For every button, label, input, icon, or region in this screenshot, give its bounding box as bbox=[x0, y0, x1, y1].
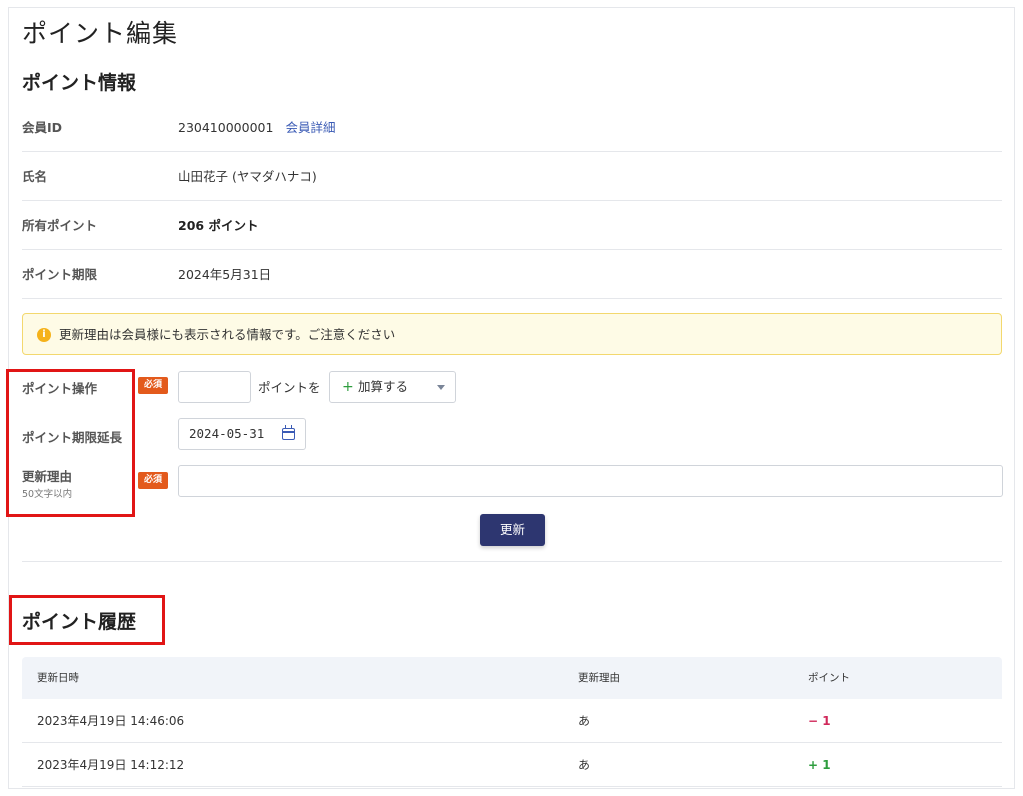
update-button[interactable]: 更新 bbox=[480, 514, 545, 546]
operation-select[interactable]: + 加算する bbox=[329, 371, 456, 403]
row-datetime: 2023年4月19日 14:12:12 bbox=[37, 758, 185, 772]
info-row-member-id: 会員ID 230410000001 会員詳細 bbox=[22, 103, 1002, 152]
row-reason: あ bbox=[578, 714, 591, 728]
info-row-name: 氏名 山田花子 (ヤマダハナコ) bbox=[22, 152, 1002, 201]
page-title: ポイント編集 bbox=[22, 19, 179, 48]
column-header-datetime: 更新日時 bbox=[37, 672, 79, 684]
plus-icon: + bbox=[342, 379, 354, 395]
name-value: 山田花子 (ヤマダハナコ) bbox=[178, 169, 317, 184]
expiry-label: ポイント期限 bbox=[22, 267, 98, 282]
row-datetime: 2023年4月19日 14:46:06 bbox=[37, 714, 185, 728]
member-id-value: 230410000001 会員詳細 bbox=[178, 103, 335, 152]
name-label: 氏名 bbox=[22, 169, 48, 184]
info-row-expiry: ポイント期限 2024年5月31日 bbox=[22, 250, 1002, 299]
member-detail-link[interactable]: 会員詳細 bbox=[285, 120, 335, 135]
reason-input[interactable] bbox=[178, 465, 1003, 497]
points-input[interactable] bbox=[178, 371, 251, 403]
member-id: 230410000001 bbox=[178, 120, 274, 135]
table-row: 2023年4月19日 14:46:06 あ − 1 bbox=[22, 699, 1002, 743]
required-badge: 必須 bbox=[138, 377, 168, 394]
section-title-info: ポイント情報 bbox=[22, 72, 137, 94]
row-points: + 1 bbox=[808, 758, 831, 772]
divider bbox=[22, 561, 1002, 562]
info-row-points: 所有ポイント 206 ポイント bbox=[22, 201, 1002, 250]
extend-date-picker[interactable]: 2024-05-31 bbox=[178, 418, 306, 450]
expiry-value: 2024年5月31日 bbox=[178, 267, 272, 282]
chevron-down-icon bbox=[437, 385, 445, 390]
row-reason: あ bbox=[578, 758, 591, 772]
table-row: 2023年4月19日 14:12:12 あ + 1 bbox=[22, 743, 1002, 787]
notice-banner: i 更新理由は会員様にも表示される情報です。ご注意ください bbox=[22, 313, 1002, 355]
extend-date-value: 2024-05-31 bbox=[189, 426, 265, 441]
info-icon: i bbox=[37, 328, 51, 342]
highlight-box-history-title bbox=[9, 595, 165, 645]
required-badge: 必須 bbox=[138, 472, 168, 489]
member-id-label: 会員ID bbox=[22, 120, 63, 135]
column-header-points: ポイント bbox=[808, 672, 850, 684]
column-header-reason: 更新理由 bbox=[578, 672, 620, 684]
points-unit-text: ポイントを bbox=[258, 380, 321, 395]
history-table-header: 更新日時 更新理由 ポイント bbox=[22, 657, 1002, 699]
operation-select-value: 加算する bbox=[358, 379, 409, 394]
calendar-icon[interactable] bbox=[282, 425, 295, 440]
highlight-box-form-labels bbox=[6, 369, 135, 517]
points-value: 206 ポイント bbox=[178, 218, 259, 233]
row-points: − 1 bbox=[808, 714, 831, 728]
points-label: 所有ポイント bbox=[22, 218, 98, 233]
notice-text: 更新理由は会員様にも表示される情報です。ご注意ください bbox=[59, 327, 396, 342]
